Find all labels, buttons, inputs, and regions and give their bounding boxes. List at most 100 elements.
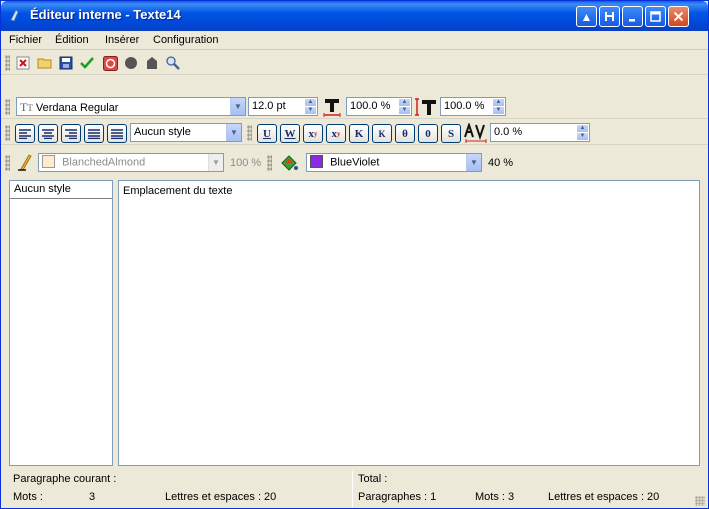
checkmark-icon[interactable] <box>79 55 95 71</box>
delete-icon[interactable] <box>15 55 31 71</box>
toolbar-grip[interactable] <box>5 155 10 171</box>
current-paragraph-label: Paragraphe courant : <box>13 473 117 485</box>
background-color-select[interactable]: BlanchedAlmond ▼ <box>38 153 224 172</box>
menu-inserer[interactable]: Insérer <box>105 34 139 46</box>
align-left-button[interactable] <box>15 124 35 143</box>
align-center-button[interactable] <box>38 124 58 143</box>
context-help-button[interactable]: ▲ <box>576 6 597 27</box>
background-color-name: BlanchedAlmond <box>62 156 146 169</box>
width-scale-field[interactable]: 100.0 % ▲ ▼ <box>346 97 412 116</box>
small-caps-button[interactable]: K <box>349 124 369 143</box>
menu-edition[interactable]: Édition <box>55 34 89 46</box>
paragraph-style-value: Aucun style <box>134 126 191 138</box>
editor-window: Éditeur interne - Texte14 ▲ Fichier Édit… <box>0 0 709 509</box>
editor-text: Emplacement du texte <box>123 185 233 197</box>
underline-button[interactable]: U <box>257 124 277 143</box>
text-color-select[interactable]: BlueViolet ▼ <box>306 153 482 172</box>
close-icon <box>673 11 684 22</box>
align-left-icon <box>19 128 31 139</box>
justify-all-button[interactable] <box>107 124 127 143</box>
words-value: 3 <box>89 491 96 503</box>
window-title: Éditeur interne - Texte14 <box>30 7 181 22</box>
font-size-field[interactable]: 12.0 pt ▲ ▼ <box>248 97 318 116</box>
pin-button[interactable] <box>599 6 620 27</box>
total-label: Total : <box>358 473 388 485</box>
justify-all-icon <box>111 128 123 139</box>
minimize-icon <box>628 18 635 21</box>
chevron-down-icon[interactable]: ▼ <box>226 124 241 141</box>
align-right-icon <box>65 128 77 139</box>
save-icon[interactable] <box>58 55 74 71</box>
truetype-icon: TT <box>20 100 33 114</box>
chevron-down-icon[interactable]: ▼ <box>466 154 481 171</box>
tools-icon[interactable] <box>165 55 181 71</box>
maximize-button[interactable] <box>645 6 666 27</box>
character-spacing-field[interactable]: 0.0 % ▲ ▼ <box>490 123 590 142</box>
status-divider <box>352 471 353 507</box>
app-icon <box>10 9 19 22</box>
menu-fichier[interactable]: Fichier <box>9 34 42 46</box>
font-name: Verdana Regular <box>35 102 119 114</box>
paragraph-style-select[interactable]: Aucun style ▼ <box>130 123 242 142</box>
menu-bar: Fichier Édition Insérer Configuration <box>1 31 708 50</box>
total-words: Mots : 3 <box>475 491 515 503</box>
record-icon[interactable] <box>123 55 139 71</box>
shadow-button[interactable]: S <box>441 124 461 143</box>
height-scale-field[interactable]: 100.0 % ▲ ▼ <box>440 97 506 116</box>
paint-bucket-icon[interactable] <box>279 153 299 173</box>
all-caps-button[interactable]: K <box>372 124 392 143</box>
chevron-down-icon[interactable]: ▼ <box>230 98 245 115</box>
strikethrough-button[interactable]: θ <box>395 124 415 143</box>
character-spacing-spinner[interactable]: ▲ ▼ <box>577 125 588 140</box>
total-letters: Lettres et espaces : 20 <box>548 491 660 503</box>
font-select[interactable]: TT Verdana Regular ▼ <box>16 97 246 116</box>
letters-count: Lettres et espaces : 20 <box>165 491 277 503</box>
justify-button[interactable] <box>84 124 104 143</box>
maximize-icon <box>650 11 661 22</box>
total-paragraphs: Paragraphes : 1 <box>358 491 437 503</box>
minimize-button[interactable] <box>622 6 643 27</box>
toolbar-grip[interactable] <box>5 125 10 141</box>
status-bar: Paragraphe courant : Mots : 3 Lettres et… <box>1 469 708 509</box>
menu-configuration[interactable]: Configuration <box>153 34 218 46</box>
align-right-button[interactable] <box>61 124 81 143</box>
text-width-icon <box>322 97 342 117</box>
style-list-panel[interactable]: Aucun style <box>9 180 113 466</box>
text-height-icon <box>414 97 438 117</box>
subscript-button[interactable]: xy <box>303 124 323 143</box>
font-size-spinner[interactable]: ▲ ▼ <box>305 99 316 114</box>
text-editor[interactable]: Emplacement du texte <box>118 180 700 466</box>
superscript-button[interactable]: xy <box>326 124 346 143</box>
word-underline-button[interactable]: W <box>280 124 300 143</box>
pin-icon <box>605 12 614 21</box>
stop-icon[interactable] <box>102 55 118 71</box>
style-list-header[interactable]: Aucun style <box>10 181 112 199</box>
chevron-down-icon[interactable]: ▼ <box>208 154 223 171</box>
character-spacing-icon <box>464 123 488 143</box>
font-size-value: 12.0 pt <box>252 100 286 112</box>
close-button[interactable] <box>668 6 689 27</box>
folder-open-icon[interactable] <box>37 55 53 71</box>
resize-grip-icon[interactable] <box>695 496 705 506</box>
paragraph-toolbar: Aucun style ▼ U W xy xy K K θ 0 S 0.0 % … <box>1 121 708 145</box>
outline-button[interactable]: 0 <box>418 124 438 143</box>
main-toolbar <box>1 51 708 75</box>
shape-icon[interactable] <box>144 55 160 71</box>
text-opacity: 40 % <box>488 157 514 169</box>
align-center-icon <box>42 128 54 139</box>
background-color-swatch <box>42 155 55 168</box>
toolbar-grip[interactable] <box>5 99 10 115</box>
title-bar[interactable]: Éditeur interne - Texte14 ▲ <box>1 1 708 31</box>
text-color-swatch <box>310 155 323 168</box>
toolbar-grip[interactable] <box>247 125 252 141</box>
toolbar-grip[interactable] <box>5 55 10 71</box>
character-spacing-value: 0.0 % <box>494 126 523 138</box>
pencil-icon[interactable] <box>17 154 33 171</box>
width-scale-spinner[interactable]: ▲ ▼ <box>399 99 410 114</box>
height-scale-spinner[interactable]: ▲ ▼ <box>493 99 504 114</box>
toolbar-grip[interactable] <box>267 155 272 171</box>
words-label: Mots : <box>13 491 43 503</box>
justify-icon <box>88 128 100 139</box>
background-opacity: 100 % <box>230 157 262 169</box>
width-scale-value: 100.0 % <box>350 100 391 112</box>
